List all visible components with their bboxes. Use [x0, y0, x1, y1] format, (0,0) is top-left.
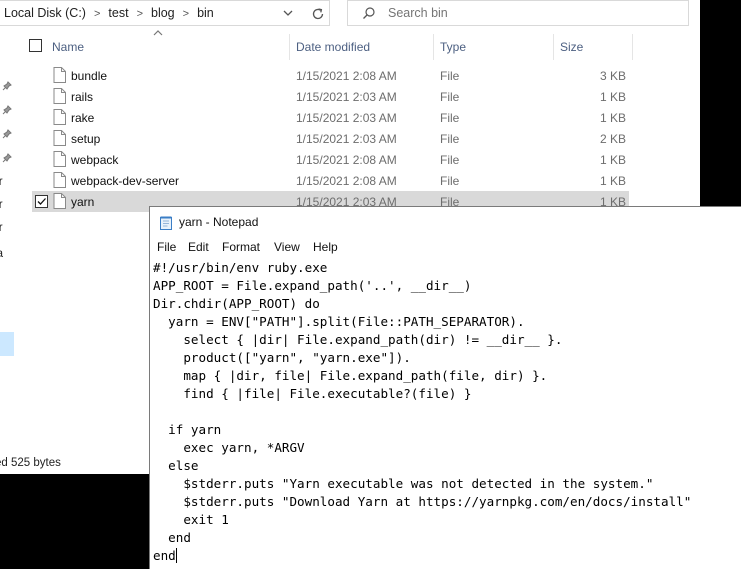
- notepad-content: #!/usr/bin/env ruby.exe APP_ROOT = File.…: [153, 260, 692, 563]
- pin-icon: [2, 129, 12, 139]
- nav-item-fragment[interactable]: eor: [0, 199, 3, 211]
- menu-format[interactable]: Format: [222, 240, 260, 254]
- file-type: File: [440, 111, 460, 125]
- chevron-down-icon: [283, 10, 293, 16]
- column-divider[interactable]: [632, 34, 633, 60]
- text-caret: [175, 548, 177, 563]
- pin-icon: [2, 105, 12, 115]
- pin-icon: [2, 153, 12, 163]
- select-all-checkbox[interactable]: [29, 39, 42, 52]
- file-icon: [53, 172, 66, 188]
- file-type: File: [440, 174, 460, 188]
- file-row-setup[interactable]: setup 1/15/2021 2:03 AM File 2 KB: [32, 128, 629, 149]
- breadcrumb: Local Disk (C:) > test > blog > bin: [4, 6, 214, 20]
- search-box[interactable]: [347, 0, 689, 26]
- breadcrumb-local-disk[interactable]: Local Disk (C:): [4, 6, 86, 20]
- breadcrumb-test[interactable]: test: [108, 6, 128, 20]
- refresh-icon: [312, 8, 324, 20]
- file-icon: [53, 193, 66, 209]
- column-divider[interactable]: [289, 34, 290, 60]
- column-header-type[interactable]: Type: [440, 40, 466, 66]
- checkmark-icon: [37, 198, 46, 205]
- column-divider[interactable]: [553, 34, 554, 60]
- address-bar[interactable]: Local Disk (C:) > test > blog > bin: [0, 0, 330, 26]
- menu-help[interactable]: Help: [313, 240, 338, 254]
- breadcrumb-bin[interactable]: bin: [197, 6, 214, 20]
- search-icon: [363, 7, 375, 19]
- file-date: 1/15/2021 2:03 AM: [296, 90, 397, 104]
- file-icon: [53, 130, 66, 146]
- file-size: 3 KB: [599, 69, 626, 83]
- file-row-webpack[interactable]: webpack 1/15/2021 2:08 AM File 1 KB: [32, 149, 629, 170]
- breadcrumb-chevron-icon: >: [182, 8, 190, 20]
- notepad-title-bar[interactable]: yarn - Notepad: [150, 207, 741, 237]
- column-header-date[interactable]: Date modified: [296, 40, 370, 66]
- file-size: 1 KB: [599, 111, 626, 125]
- file-size: 1 KB: [599, 153, 626, 167]
- nav-item-fragment[interactable]: Ea: [0, 248, 3, 260]
- file-name: yarn: [71, 195, 95, 209]
- notepad-app-icon: [160, 216, 172, 230]
- column-divider[interactable]: [433, 34, 434, 60]
- nav-item-selected[interactable]: [0, 332, 14, 356]
- file-size: 1 KB: [599, 90, 626, 104]
- file-name: rake: [71, 111, 95, 125]
- file-date: 1/15/2021 2:08 AM: [296, 174, 397, 188]
- file-icon: [53, 67, 66, 83]
- menu-view[interactable]: View: [274, 240, 300, 254]
- column-header-name[interactable]: Name: [52, 40, 84, 66]
- file-type: File: [440, 132, 460, 146]
- file-name: rails: [71, 90, 94, 104]
- file-type: File: [440, 153, 460, 167]
- breadcrumb-chevron-icon: >: [136, 8, 143, 20]
- breadcrumb-chevron-icon: >: [93, 8, 101, 20]
- file-size: 2 KB: [599, 132, 626, 146]
- file-date: 1/15/2021 2:08 AM: [296, 69, 397, 83]
- nav-item-fragment[interactable]: eor: [0, 176, 3, 188]
- file-row-bundle[interactable]: bundle 1/15/2021 2:08 AM File 3 KB: [32, 65, 629, 86]
- file-type: File: [440, 90, 460, 104]
- pin-icon: [2, 81, 12, 91]
- file-name: bundle: [71, 69, 108, 83]
- menu-edit[interactable]: Edit: [188, 240, 209, 254]
- search-input[interactable]: [388, 4, 678, 22]
- sort-ascending-icon: [153, 30, 163, 36]
- breadcrumb-blog[interactable]: blog: [151, 6, 175, 20]
- file-size: 1 KB: [599, 174, 626, 188]
- menu-file[interactable]: File: [157, 240, 176, 254]
- file-icon: [53, 109, 66, 125]
- file-date: 1/15/2021 2:08 AM: [296, 153, 397, 167]
- column-header-size[interactable]: Size: [560, 40, 583, 66]
- file-row-webpack-dev-server[interactable]: webpack-dev-server 1/15/2021 2:08 AM Fil…: [32, 170, 629, 191]
- file-icon: [53, 88, 66, 104]
- file-name: setup: [71, 132, 101, 146]
- file-name: webpack: [71, 153, 119, 167]
- refresh-button[interactable]: [308, 4, 328, 24]
- file-date: 1/15/2021 2:03 AM: [296, 111, 397, 125]
- status-bar-text: ed 525 bytes: [0, 457, 61, 469]
- notepad-title: yarn - Notepad: [179, 215, 259, 229]
- nav-item-fragment[interactable]: eor: [0, 222, 3, 234]
- notepad-window: yarn - Notepad File Edit Format View Hel…: [149, 206, 741, 569]
- navigation-pane: eor eor eor Ea: [0, 26, 16, 474]
- file-icon: [53, 151, 66, 167]
- address-dropdown-button[interactable]: [279, 4, 297, 22]
- row-checkbox-checked[interactable]: [35, 195, 48, 208]
- file-row-rails[interactable]: rails 1/15/2021 2:03 AM File 1 KB: [32, 86, 629, 107]
- file-date: 1/15/2021 2:03 AM: [296, 132, 397, 146]
- file-row-rake[interactable]: rake 1/15/2021 2:03 AM File 1 KB: [32, 107, 629, 128]
- file-name: webpack-dev-server: [71, 174, 180, 188]
- file-type: File: [440, 69, 460, 83]
